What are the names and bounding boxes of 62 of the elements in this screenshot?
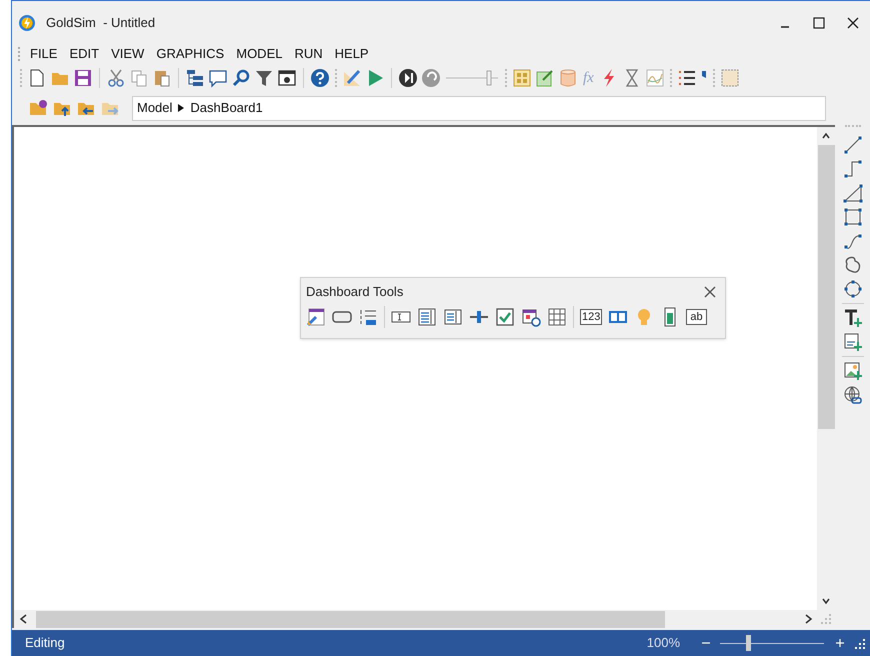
checkbox-icon[interactable]: [495, 307, 515, 327]
add-image-icon[interactable]: [842, 361, 862, 381]
export-icon[interactable]: [535, 68, 555, 88]
form-edit-icon[interactable]: [306, 307, 326, 327]
line-tool-icon[interactable]: [842, 135, 862, 155]
rectangle-tool-icon[interactable]: [842, 207, 862, 227]
maximize-icon: [813, 17, 825, 29]
elbow-line-icon[interactable]: [842, 159, 862, 179]
zoom-percentage: 100%: [646, 634, 680, 652]
menu-item[interactable]: RUN: [288, 44, 329, 64]
vertical-scrollbar[interactable]: [817, 127, 835, 610]
breadcrumb-item[interactable]: Model: [137, 98, 172, 118]
close-icon[interactable]: [704, 286, 716, 298]
minimize-icon: [780, 26, 790, 28]
add-text-box-icon[interactable]: [842, 332, 862, 352]
menu-item[interactable]: HELP: [328, 44, 375, 64]
menu-item[interactable]: VIEW: [105, 44, 150, 64]
pencil-ruler-icon[interactable]: [342, 68, 362, 88]
ellipse-tool-icon[interactable]: [842, 279, 862, 299]
table-grid-icon[interactable]: [547, 307, 567, 327]
save-icon[interactable]: [73, 68, 93, 88]
comment-icon[interactable]: [208, 68, 228, 88]
numeric-display-tool[interactable]: 123: [580, 309, 602, 325]
search-icon[interactable]: [231, 68, 251, 88]
close-icon: [847, 17, 859, 29]
calendar-clock-icon[interactable]: [521, 307, 541, 327]
menu-item[interactable]: GRAPHICS: [150, 44, 230, 64]
menu-item[interactable]: EDIT: [63, 44, 106, 64]
step-icon[interactable]: [398, 68, 418, 88]
text-label-tool[interactable]: ab: [686, 309, 707, 325]
window-gear-icon[interactable]: [277, 68, 297, 88]
tree-icon[interactable]: [185, 68, 205, 88]
palette-title: Dashboard Tools: [306, 283, 404, 302]
resize-grip-icon: [819, 612, 833, 626]
zoom-in-icon[interactable]: [834, 637, 846, 649]
resize-grip-icon: [854, 637, 866, 649]
time-slider-icon[interactable]: [444, 68, 500, 88]
scrollbar-thumb[interactable]: [36, 610, 665, 628]
breadcrumb-item[interactable]: DashBoard1: [190, 98, 263, 118]
horizontal-scrollbar[interactable]: [14, 610, 835, 628]
globe-link-icon[interactable]: [842, 385, 862, 405]
zoom-slider-thumb[interactable]: [746, 635, 751, 651]
list-icon[interactable]: [676, 68, 697, 88]
breadcrumb-arrow-icon: [178, 104, 184, 112]
scrollbar-thumb[interactable]: [818, 145, 834, 429]
folder-home-icon[interactable]: [28, 98, 48, 118]
window-title: GoldSim - Untitled: [46, 14, 156, 32]
filter-icon[interactable]: [254, 68, 274, 88]
add-text-icon[interactable]: [842, 308, 862, 328]
scissors-icon[interactable]: [106, 68, 126, 88]
triangle-tool-icon[interactable]: [842, 183, 862, 203]
app-logo-icon: [18, 14, 36, 32]
menu-item[interactable]: FILE: [24, 44, 64, 64]
spin-list-icon[interactable]: [443, 307, 463, 327]
paste-icon[interactable]: [152, 68, 172, 88]
help-icon[interactable]: [310, 68, 330, 88]
blob-tool-icon[interactable]: [842, 255, 862, 275]
numbered-list-icon[interactable]: [358, 307, 378, 327]
zoom-slider[interactable]: [720, 635, 824, 651]
list-box-icon[interactable]: [417, 307, 437, 327]
menu-item[interactable]: MODEL: [230, 44, 288, 64]
status-text: Editing: [25, 634, 65, 652]
